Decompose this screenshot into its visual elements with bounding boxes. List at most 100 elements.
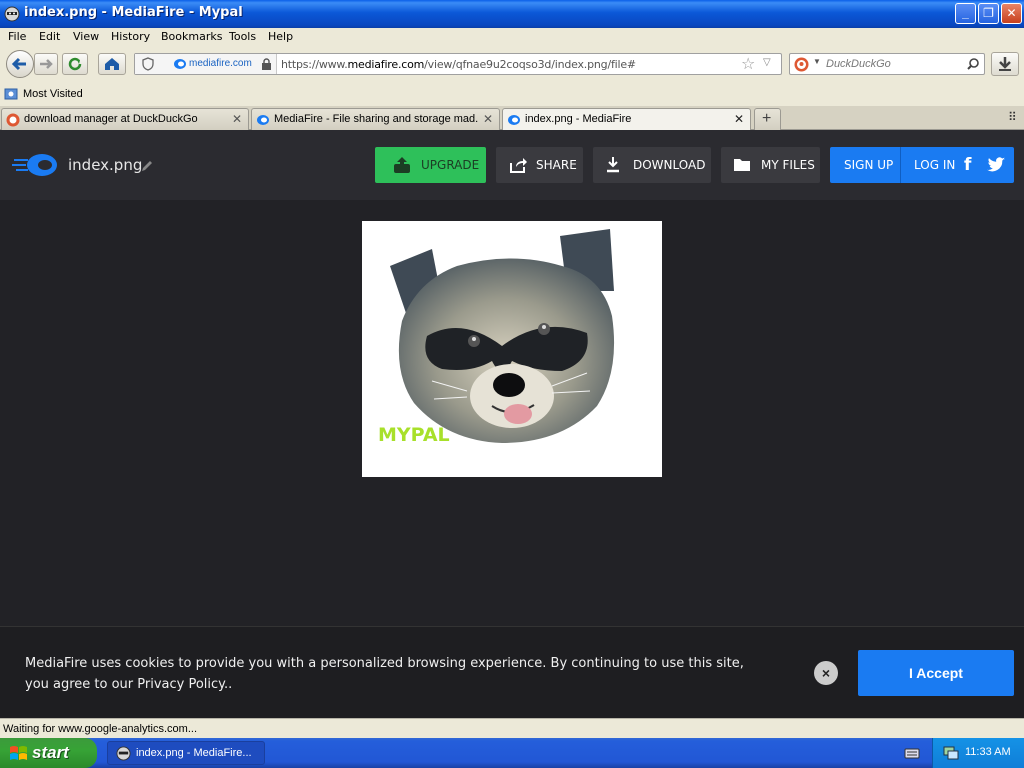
mediafire-logo-icon[interactable]	[12, 152, 58, 178]
menu-view[interactable]: View	[73, 30, 99, 43]
folder-icon	[734, 159, 750, 171]
tab-close-icon[interactable]: ✕	[483, 112, 493, 126]
mediafire-favicon-icon	[257, 115, 269, 125]
menu-tools[interactable]: Tools	[229, 30, 256, 43]
facebook-icon[interactable]: f	[964, 155, 980, 175]
menu-edit[interactable]: Edit	[39, 30, 60, 43]
cookie-banner: MediaFire uses cookies to provide you wi…	[0, 626, 1024, 718]
downloads-button[interactable]	[991, 52, 1019, 76]
mediafire-header: index.png UPGRADE SHARE DOWNLOAD MY FILE…	[0, 130, 1024, 200]
file-name: index.png	[68, 156, 143, 174]
window-titlebar: index.png - MediaFire - Mypal _ ❐ ✕	[0, 0, 1024, 28]
divider	[900, 147, 901, 183]
duckduckgo-favicon-icon	[6, 113, 20, 127]
site-identity[interactable]: mediafire.com	[135, 54, 277, 74]
close-window-button[interactable]: ✕	[1001, 3, 1022, 24]
clock: 11:33 AM	[965, 746, 1011, 758]
raccoon-image: MYPAL	[378, 229, 615, 446]
download-label: DOWNLOAD	[633, 158, 706, 172]
taskbar-item-label: index.png - MediaFire...	[136, 747, 252, 759]
bookmarks-toolbar: Most Visited	[0, 84, 1024, 106]
windows-taskbar: start index.png - MediaFire... 11:33 AM	[0, 738, 1024, 768]
upgrade-button[interactable]: UPGRADE	[375, 147, 486, 183]
twitter-icon[interactable]	[986, 156, 1006, 174]
web-page: index.png UPGRADE SHARE DOWNLOAD MY FILE…	[0, 130, 1024, 718]
site-label: mediafire.com	[189, 58, 252, 69]
auth-button-group: SIGN UP LOG IN f	[830, 147, 1014, 183]
maximize-button[interactable]: ❐	[978, 3, 999, 24]
new-tab-button[interactable]: +	[754, 108, 781, 130]
status-bar: Waiting for www.google-analytics.com...	[0, 718, 1024, 738]
cookie-close-button[interactable]: ×	[814, 661, 838, 685]
tab-index-png[interactable]: index.png - MediaFire ✕	[502, 108, 751, 131]
tab-label: MediaFire - File sharing and storage mad…	[274, 113, 479, 125]
start-button[interactable]: start	[0, 738, 97, 768]
mediafire-favicon-icon	[174, 59, 186, 69]
home-button[interactable]	[98, 53, 126, 75]
share-label: SHARE	[536, 158, 577, 172]
upgrade-label: UPGRADE	[421, 158, 480, 172]
download-button[interactable]: DOWNLOAD	[593, 147, 711, 183]
log-in-button[interactable]: LOG IN	[914, 158, 955, 172]
status-text: Waiting for www.google-analytics.com...	[3, 723, 197, 735]
keyboard-tray-icon[interactable]	[904, 746, 920, 760]
menu-bar: File Edit View History Bookmarks Tools H…	[0, 28, 1024, 46]
reload-button[interactable]	[62, 53, 88, 75]
windows-logo-icon	[10, 746, 27, 760]
back-button[interactable]	[6, 50, 34, 78]
duckduckgo-icon	[794, 57, 809, 72]
my-files-label: MY FILES	[761, 158, 815, 172]
accept-cookies-button[interactable]: I Accept	[858, 650, 1014, 696]
url-dropdown-icon[interactable]: ▽	[763, 57, 771, 68]
download-arrow-icon	[999, 57, 1011, 71]
address-bar[interactable]: mediafire.com https://www.mediafire.com/…	[134, 53, 782, 75]
most-visited-folder-icon	[4, 88, 18, 100]
menu-history[interactable]: History	[111, 30, 150, 43]
shield-icon	[142, 57, 154, 71]
preview-caption: MYPAL	[378, 424, 450, 446]
tab-close-icon[interactable]: ✕	[734, 112, 744, 126]
start-label: start	[32, 743, 69, 762]
lock-icon	[262, 58, 271, 70]
mediafire-favicon-icon	[508, 115, 520, 125]
tab-close-icon[interactable]: ✕	[232, 112, 242, 126]
taskbar-item-mypal[interactable]: index.png - MediaFire...	[107, 741, 265, 765]
tab-bar: download manager at DuckDuckGo ✕ MediaFi…	[0, 106, 1024, 131]
minimize-button[interactable]: _	[955, 3, 976, 24]
tab-label: download manager at DuckDuckGo	[24, 113, 198, 125]
network-tray-icon[interactable]	[943, 745, 959, 761]
menu-bookmarks[interactable]: Bookmarks	[161, 30, 222, 43]
reload-icon	[68, 57, 82, 71]
mypal-app-icon	[116, 746, 131, 761]
cookie-message: MediaFire uses cookies to provide you wi…	[25, 656, 744, 692]
search-bar[interactable]: ▼ DuckDuckGo	[789, 53, 985, 75]
home-icon	[105, 58, 119, 70]
search-engine-dropdown-icon[interactable]: ▼	[813, 57, 821, 66]
tab-mediafire-home[interactable]: MediaFire - File sharing and storage mad…	[251, 108, 500, 130]
plus-icon: +	[762, 110, 772, 127]
menu-help[interactable]: Help	[268, 30, 293, 43]
image-preview[interactable]: MYPAL	[362, 221, 662, 477]
tab-list-icon[interactable]: ⠿	[1008, 110, 1017, 124]
share-icon	[510, 158, 527, 173]
bookmark-most-visited[interactable]: Most Visited	[23, 88, 83, 100]
search-icon[interactable]	[966, 57, 980, 71]
tab-label: index.png - MediaFire	[525, 113, 632, 125]
upgrade-icon	[394, 157, 410, 173]
menu-file[interactable]: File	[8, 30, 26, 43]
bookmark-star-icon[interactable]: ☆	[741, 54, 755, 74]
download-icon	[607, 157, 619, 173]
system-tray: 11:33 AM	[932, 738, 1024, 768]
search-input[interactable]: DuckDuckGo	[826, 58, 891, 70]
forward-arrow-icon	[40, 59, 53, 69]
tab-duckduckgo[interactable]: download manager at DuckDuckGo ✕	[1, 108, 249, 130]
url-text: https://www.mediafire.com/view/qfnae9u2c…	[281, 58, 636, 71]
share-button[interactable]: SHARE	[496, 147, 583, 183]
mypal-app-icon	[4, 6, 20, 22]
sign-up-button[interactable]: SIGN UP	[844, 158, 893, 172]
back-arrow-icon	[11, 57, 26, 71]
forward-button[interactable]	[34, 53, 58, 75]
my-files-button[interactable]: MY FILES	[721, 147, 820, 183]
window-title: index.png - MediaFire - Mypal	[24, 5, 243, 20]
pencil-edit-icon[interactable]	[140, 159, 154, 173]
